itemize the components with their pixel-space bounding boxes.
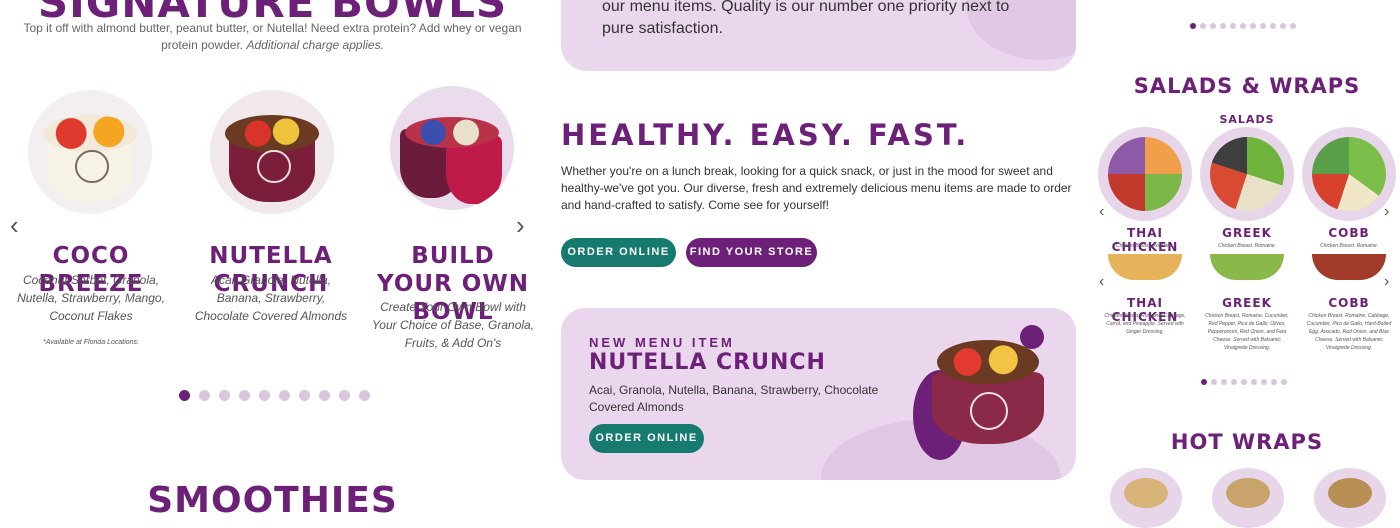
smoothies-title: SMOOTHIES xyxy=(147,480,398,521)
carousel-dot[interactable] xyxy=(279,390,290,401)
carousel-dot[interactable] xyxy=(359,390,370,401)
salad-name[interactable]: GREEK xyxy=(1200,226,1294,240)
wrap-image xyxy=(1212,468,1284,528)
carousel-dot[interactable] xyxy=(299,390,310,401)
new-menu-description: Acai, Granola, Nutella, Banana, Strawber… xyxy=(589,383,879,414)
carousel-dot[interactable] xyxy=(1220,23,1226,29)
nutella-crunch-featured-image xyxy=(932,332,1044,450)
salad-image xyxy=(1108,254,1182,280)
carousel-dot[interactable] xyxy=(319,390,330,401)
wrap-image xyxy=(1314,468,1386,528)
salad-name[interactable]: GREEK xyxy=(1200,296,1294,310)
salad-description: Chicken Breast, Romaine, Cabbage, Cucumb… xyxy=(1306,313,1392,351)
carousel-dot[interactable] xyxy=(219,390,230,401)
carousel-dot[interactable] xyxy=(1240,23,1246,29)
build-your-own-image xyxy=(390,86,514,210)
carousel-dot[interactable] xyxy=(259,390,270,401)
carousel-dots xyxy=(1190,23,1296,29)
coco-breeze-image xyxy=(28,90,152,214)
carousel-dot[interactable] xyxy=(1201,379,1207,385)
product-description: Acai, Granola, Nutella, Banana, Strawber… xyxy=(194,273,348,323)
carousel-dot[interactable] xyxy=(1211,379,1217,385)
carousel-dot[interactable] xyxy=(1290,23,1296,29)
carousel-dots xyxy=(1201,379,1287,385)
salad-description: Chicken Breast, Romaine, Cabbage, Carrot… xyxy=(1104,313,1186,335)
carousel-dot[interactable] xyxy=(1250,23,1256,29)
carousel-dot[interactable] xyxy=(239,390,250,401)
availability-note: *Available at Florida Locations. xyxy=(43,339,139,346)
carousel-dots xyxy=(179,390,370,401)
carousel-dot[interactable] xyxy=(199,390,210,401)
new-menu-kicker: NEW MENU ITEM xyxy=(589,335,735,350)
quality-text: our menu items. Quality is our number on… xyxy=(602,0,1010,37)
carousel-dot[interactable] xyxy=(1231,379,1237,385)
chevron-left-icon[interactable]: ‹ xyxy=(10,210,19,241)
carousel-dot[interactable] xyxy=(1190,23,1196,29)
product-description: Coconut Sorbet, Granola, Nutella, Strawb… xyxy=(17,273,165,323)
carousel-dot[interactable] xyxy=(179,390,190,401)
chevron-left-icon[interactable]: ‹ xyxy=(1099,203,1104,221)
chevron-left-icon[interactable]: ‹ xyxy=(1099,273,1104,291)
signature-subtitle: Top it off with almond butter, peanut bu… xyxy=(23,21,522,52)
carousel-dot[interactable] xyxy=(1200,23,1206,29)
chevron-right-icon[interactable]: › xyxy=(1384,203,1389,221)
carousel-dot[interactable] xyxy=(1261,379,1267,385)
healthy-easy-fast-title: HEALTHY. EASY. FAST. xyxy=(561,118,970,152)
salad-description: Chicken Breast. Romaine. xyxy=(1115,243,1175,249)
carousel-dot[interactable] xyxy=(1260,23,1266,29)
healthy-easy-fast-body: Whether you're on a lunch break, looking… xyxy=(561,164,1072,212)
carousel-dot[interactable] xyxy=(1230,23,1236,29)
product-description: Create Your Own Bowl with Your Choice of… xyxy=(371,300,535,350)
carousel-dot[interactable] xyxy=(1251,379,1257,385)
salads-subtitle: SALADS xyxy=(1219,113,1275,126)
wrap-image xyxy=(1110,468,1182,528)
order-online-button[interactable]: ORDER ONLINE xyxy=(589,424,704,453)
chevron-right-icon[interactable]: › xyxy=(516,210,525,241)
nutella-crunch-image xyxy=(210,90,334,214)
carousel-dot[interactable] xyxy=(1221,379,1227,385)
chevron-right-icon[interactable]: › xyxy=(1384,273,1389,291)
hot-wraps-title: HOT WRAPS xyxy=(1170,430,1324,454)
salad-image xyxy=(1312,254,1386,280)
carousel-dot[interactable] xyxy=(1281,379,1287,385)
salad-description: Chicken Breast, Romaine, Cucumber, Red P… xyxy=(1205,313,1289,351)
salad-description: Chicken Breast. Romaine. xyxy=(1217,243,1277,249)
carousel-dot[interactable] xyxy=(1270,23,1276,29)
carousel-dot[interactable] xyxy=(1271,379,1277,385)
salad-image xyxy=(1210,254,1284,280)
salad-description: Chicken Breast. Romaine. xyxy=(1319,243,1379,249)
salad-name[interactable]: COBB xyxy=(1302,296,1396,310)
salad-name[interactable]: COBB xyxy=(1302,226,1396,240)
find-store-button[interactable]: FIND YOUR STORE xyxy=(686,238,817,267)
new-menu-title: NUTELLA CRUNCH xyxy=(589,350,826,375)
carousel-dot[interactable] xyxy=(1210,23,1216,29)
salad-image xyxy=(1302,127,1396,221)
carousel-dot[interactable] xyxy=(339,390,350,401)
carousel-dot[interactable] xyxy=(1280,23,1286,29)
salad-image xyxy=(1200,127,1294,221)
salad-image xyxy=(1098,127,1192,221)
order-online-button[interactable]: ORDER ONLINE xyxy=(561,238,676,267)
salads-wraps-title: SALADS & WRAPS xyxy=(1133,74,1361,98)
carousel-dot[interactable] xyxy=(1241,379,1247,385)
